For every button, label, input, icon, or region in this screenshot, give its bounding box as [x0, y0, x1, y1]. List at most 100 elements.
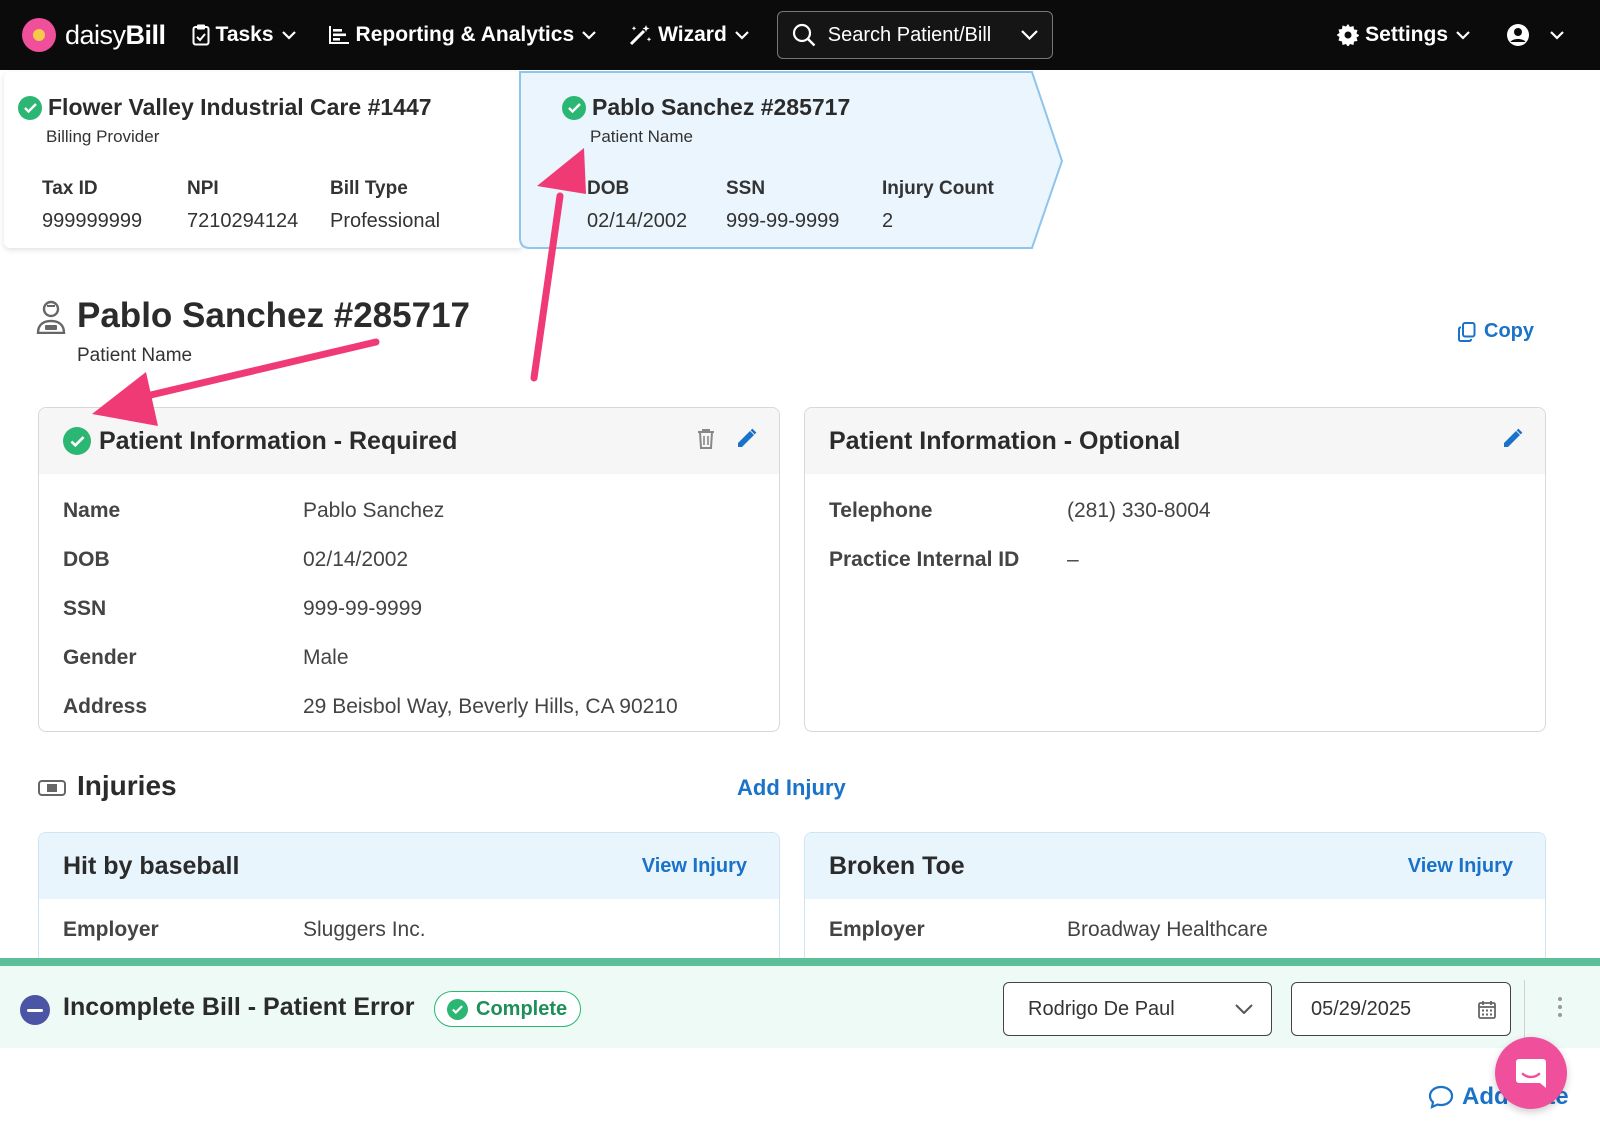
chat-launcher[interactable]: [1495, 1037, 1567, 1109]
field-value: Professional: [330, 210, 441, 232]
patient-info-optional-card: Patient Information - Optional Telephone…: [804, 407, 1546, 732]
chart-icon: [328, 26, 349, 44]
nav-settings-label: Settings: [1365, 23, 1448, 46]
row-value: Broadway Healthcare: [1067, 917, 1268, 941]
row-value: Male: [303, 645, 349, 669]
chevron-down-icon: [1021, 30, 1038, 40]
patient-info-required-card: Patient Information - Required Name Pablo…: [38, 407, 780, 732]
row-label: Employer: [63, 917, 159, 941]
search-placeholder: Search Patient/Bill: [827, 23, 992, 46]
provider-npi: NPI 7210294124: [187, 178, 298, 233]
patient-person-icon: [36, 300, 66, 334]
patient-crumb-title-text: Pablo Sanchez #285717: [592, 94, 851, 120]
magic-wand-icon: [630, 25, 652, 46]
chevron-down-icon: [1550, 30, 1564, 40]
brand-name: daisyBill: [65, 19, 166, 50]
required-row-gender: Gender Male: [39, 633, 779, 682]
row-label: Telephone: [829, 498, 933, 522]
chat-icon: [1516, 1059, 1546, 1088]
flower-icon: [22, 18, 56, 52]
injury-card-hit-by-baseball: Hit by baseball View Injury Employer Slug…: [38, 832, 780, 962]
view-injury-link[interactable]: View Injury: [642, 855, 747, 878]
provider-tax-id: Tax ID 999999999: [42, 178, 142, 233]
page-subtitle: Patient Name: [77, 345, 193, 366]
view-injury-link[interactable]: View Injury: [1408, 855, 1513, 878]
nav-reporting[interactable]: Reporting & Analytics: [328, 23, 603, 47]
pencil-icon[interactable]: [1501, 428, 1523, 450]
required-row-name: Name Pablo Sanchez: [39, 486, 779, 535]
nav-wizard[interactable]: Wizard: [628, 23, 755, 47]
patient-crumb-injury-count: Injury Count 2: [882, 178, 994, 233]
chevron-down-icon: [1235, 1004, 1253, 1014]
row-value: 02/14/2002: [303, 547, 409, 571]
row-label: DOB: [63, 547, 110, 571]
nav-tasks[interactable]: Tasks: [192, 23, 302, 47]
injury-title: Broken Toe: [829, 851, 965, 880]
check-circle-icon: [447, 998, 468, 1020]
nav-user-menu[interactable]: [1506, 23, 1570, 47]
provider-title: Flower Valley Industrial Care #1447: [18, 94, 432, 121]
date-input[interactable]: 05/29/2025: [1291, 982, 1511, 1036]
patient-crumb-subtitle: Patient Name: [590, 127, 693, 146]
pencil-icon[interactable]: [735, 428, 757, 450]
row-label: SSN: [63, 596, 107, 620]
patient-crumb[interactable]: Pablo Sanchez #285717 Patient Name DOB 0…: [560, 72, 1060, 248]
bill-status-text: Incomplete Bill - Patient Error: [63, 993, 415, 1021]
nav-wizard-label: Wizard: [658, 23, 727, 46]
row-label: Address: [63, 694, 148, 718]
optional-card-title: Patient Information - Optional: [829, 426, 1181, 455]
bottom-bar-accent: [0, 958, 1600, 966]
injury-employer-row: Employer Broadway Healthcare: [805, 905, 1545, 954]
row-value: 999-99-9999: [303, 596, 423, 620]
field-label: DOB: [587, 178, 630, 199]
patient-crumb-dob: DOB 02/14/2002: [587, 178, 687, 233]
check-circle-icon: [18, 95, 42, 120]
copy-button[interactable]: Copy: [1458, 320, 1534, 343]
clipboard-icon: [192, 24, 210, 46]
kebab-menu-icon[interactable]: [1558, 997, 1562, 1021]
optional-row-internal-id: Practice Internal ID –: [805, 535, 1545, 584]
chevron-down-icon: [582, 30, 596, 40]
injury-employer-row: Employer Sluggers Inc.: [39, 905, 779, 954]
row-label: Employer: [829, 917, 925, 941]
check-circle-icon: [562, 95, 586, 120]
optional-row-telephone: Telephone (281) 330-8004: [805, 486, 1545, 535]
trash-icon[interactable]: [697, 428, 715, 450]
injury-card-header: Hit by baseball View Injury: [39, 833, 779, 899]
field-label: Bill Type: [330, 178, 408, 199]
date-value: 05/29/2025: [1311, 997, 1412, 1020]
gear-icon: [1337, 24, 1360, 46]
search-icon: [792, 23, 816, 47]
complete-badge: Complete: [434, 991, 581, 1027]
row-value: Sluggers Inc.: [303, 917, 426, 941]
row-label: Gender: [63, 645, 137, 669]
row-value: (281) 330-8004: [1067, 498, 1211, 522]
page-title: Pablo Sanchez #285717: [77, 296, 470, 335]
user-circle-icon: [1507, 24, 1529, 46]
daisybill-logo[interactable]: daisyBill: [22, 18, 166, 52]
field-value: 2: [882, 210, 894, 232]
required-row-dob: DOB 02/14/2002: [39, 535, 779, 584]
required-row-address: Address 29 Beisbol Way, Beverly Hills, CA…: [39, 682, 779, 731]
copy-icon: [1458, 321, 1476, 342]
billing-provider-crumb[interactable]: Flower Valley Industrial Care #1447 Bill…: [4, 72, 524, 248]
bandage-icon: [38, 780, 66, 796]
required-card-title: Patient Information - Required: [99, 426, 458, 455]
assignee-select[interactable]: Rodrigo De Paul: [1003, 982, 1272, 1036]
provider-bill-type: Bill Type Professional: [330, 178, 440, 233]
field-value: 999999999: [42, 210, 143, 232]
comment-icon: [1428, 1085, 1454, 1109]
row-value: –: [1067, 547, 1079, 571]
chevron-down-icon: [1456, 30, 1470, 40]
injuries-heading: Injuries: [77, 770, 177, 801]
provider-title-text: Flower Valley Industrial Care #1447: [48, 94, 432, 120]
injury-card-header: Broken Toe View Injury: [805, 833, 1545, 899]
calendar-icon[interactable]: [1478, 1000, 1496, 1019]
add-injury-link[interactable]: Add Injury: [737, 775, 846, 801]
row-value: Pablo Sanchez: [303, 498, 445, 522]
copy-label: Copy: [1484, 320, 1534, 342]
required-row-ssn: SSN 999-99-9999: [39, 584, 779, 633]
nav-settings[interactable]: Settings: [1337, 23, 1476, 47]
search-patient-bill[interactable]: Search Patient/Bill: [776, 11, 1053, 59]
required-card-header: Patient Information - Required: [39, 408, 779, 474]
